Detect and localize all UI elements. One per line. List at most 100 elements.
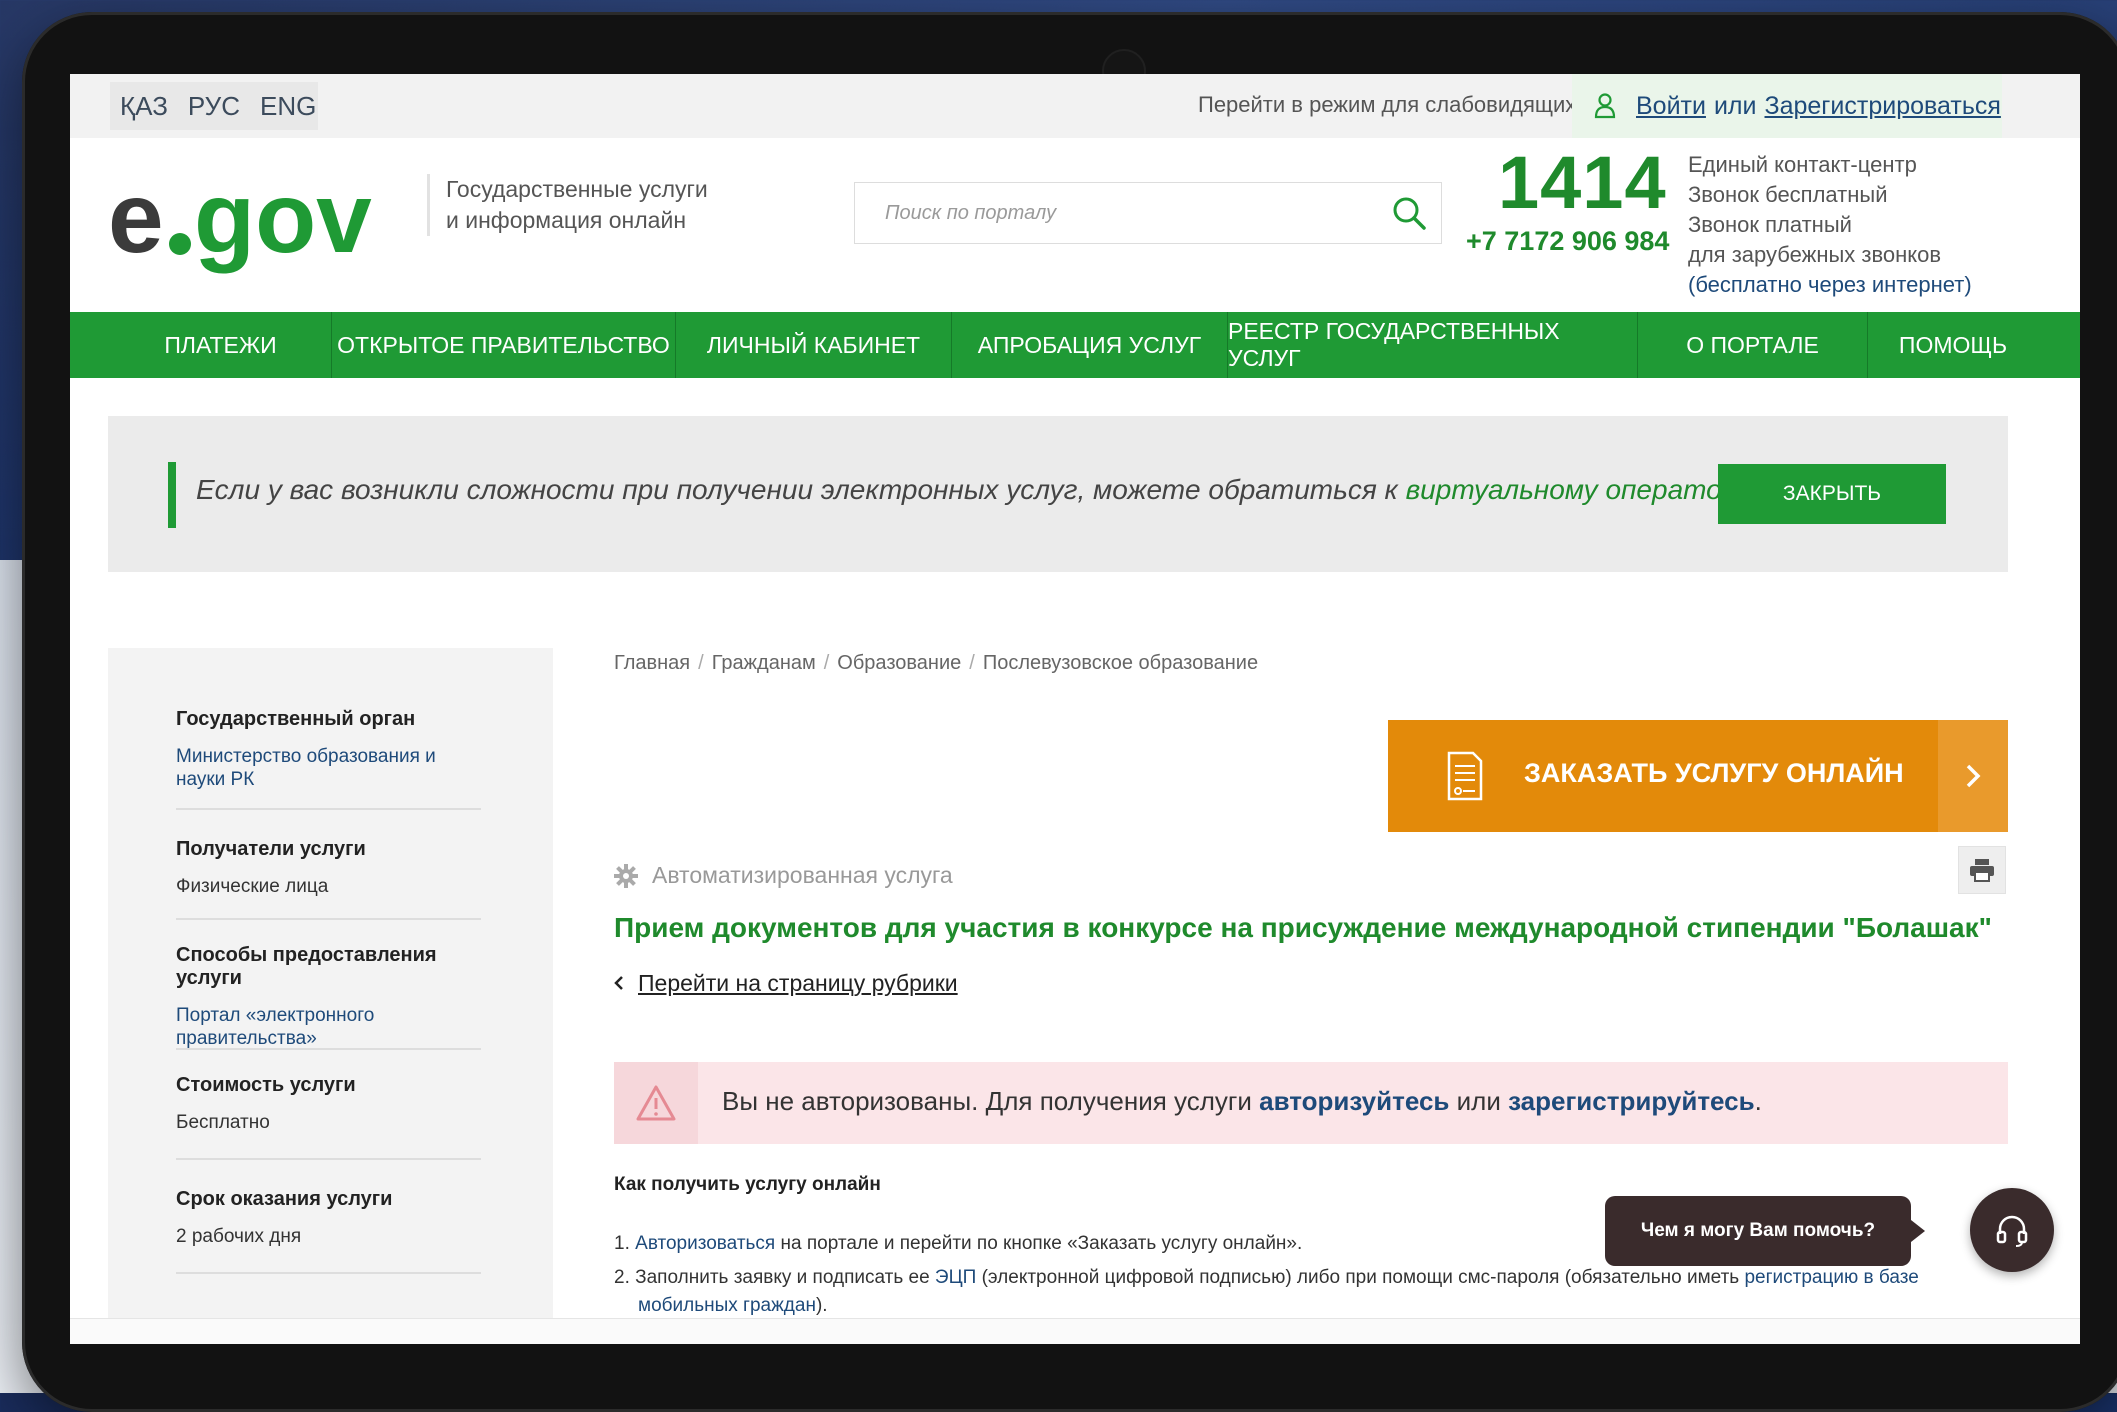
order-service-online-button[interactable]: ЗАКАЗАТЬ УСЛУГУ ОНЛАЙН: [1388, 720, 2008, 832]
sidebar-title: Срок оказания услуги: [176, 1188, 393, 1210]
alert-text: Вы не авторизованы. Для получения услуги…: [722, 1086, 1762, 1117]
sidebar-value-link[interactable]: Министерство образования и науки РК: [176, 745, 481, 791]
sidebar-title: Стоимость услуги: [176, 1074, 356, 1096]
free-internet-link[interactable]: (бесплатно через интернет): [1688, 270, 1972, 300]
step-text: ).: [815, 1295, 828, 1316]
user-icon: [1594, 93, 1616, 119]
printer-icon: [1970, 859, 1994, 882]
login-link[interactable]: Войти: [1636, 92, 1706, 121]
banner-text: Если у вас возникли сложности при получе…: [196, 474, 1750, 506]
service-title: Прием документов для участия в конкурсе …: [614, 912, 1992, 943]
breadcrumb-item[interactable]: Гражданам: [712, 652, 816, 674]
warning-icon: [614, 1062, 698, 1144]
nav-item-help[interactable]: ПОМОЩЬ: [1868, 312, 2038, 378]
phone-long[interactable]: +7 7172 906 984: [1466, 226, 1669, 257]
alert-text-part: .: [1754, 1086, 1762, 1116]
order-button-label: ЗАКАЗАТЬ УСЛУГУ ОНЛАЙН: [1524, 758, 1904, 788]
sidebar-title: Получатели услуги: [176, 838, 366, 860]
sidebar-value-link[interactable]: Портал «электронного правительства»: [176, 1004, 481, 1050]
gear-icon: [614, 863, 638, 888]
authorize-link[interactable]: авторизуйтесь: [1259, 1086, 1449, 1116]
document-icon: [1447, 751, 1483, 801]
service-sidebar: Государственный орган Министерство образ…: [108, 648, 553, 1344]
register-link[interactable]: Зарегистрироваться: [1765, 92, 2001, 121]
how-to-title: Как получить услугу онлайн: [614, 1174, 881, 1195]
lang-eng[interactable]: ENG: [250, 91, 326, 122]
chevron-right-icon: [1938, 720, 2008, 832]
sidebar-group-agency: Государственный орган Министерство образ…: [176, 708, 481, 810]
sidebar-title: Способы предоставления услуги: [176, 944, 437, 989]
alert-text-part: Вы не авторизованы. Для получения услуги: [722, 1086, 1260, 1116]
close-banner-button[interactable]: ЗАКРЫТЬ: [1718, 464, 1946, 524]
headset-icon: [1996, 1215, 2028, 1247]
back-to-rubric-link[interactable]: Перейти на страницу рубрики: [614, 970, 958, 997]
main-nav: ПЛАТЕЖИ ОТКРЫТОЕ ПРАВИТЕЛЬСТВО ЛИЧНЫЙ КА…: [70, 312, 2080, 378]
register-alert-link[interactable]: зарегистрируйтесь: [1508, 1086, 1755, 1116]
browser-screen: ҚАЗ РУС ENG Перейти в режим для слабовид…: [70, 74, 2080, 1344]
nav-item-service-approbation[interactable]: АПРОБАЦИЯ УСЛУГ: [952, 312, 1228, 378]
lang-rus[interactable]: РУС: [178, 91, 250, 122]
list-item: 2. Заполнить заявку и подписать ее ЭЦП (…: [614, 1264, 2014, 1320]
step-number: 2.: [614, 1267, 630, 1288]
phone-info-line: Звонок платный: [1688, 212, 1852, 237]
nav-item-about[interactable]: О ПОРТАЛЕ: [1638, 312, 1868, 378]
language-switcher: ҚАЗ РУС ENG: [110, 82, 318, 130]
breadcrumb-item[interactable]: Образование: [837, 652, 961, 674]
virtual-operator-link[interactable]: виртуальному оператору: [1406, 474, 1751, 505]
search-icon[interactable]: [1391, 195, 1427, 231]
sidebar-title: Государственный орган: [176, 708, 416, 730]
step-text: на портале и перейти по кнопке «Заказать…: [775, 1233, 1303, 1254]
sidebar-value: Бесплатно: [176, 1112, 270, 1133]
chevron-left-icon: [614, 976, 623, 990]
automated-service-label: Автоматизированная услуга: [614, 862, 953, 889]
banner-message: Если у вас возникли сложности при получе…: [196, 474, 1406, 505]
bottom-bar: [70, 1318, 2080, 1344]
phone-info: Единый контакт-центр Звонок бесплатный З…: [1688, 150, 1972, 300]
login-or: или: [1713, 91, 1757, 120]
nav-item-payments[interactable]: ПЛАТЕЖИ: [110, 312, 332, 378]
egov-logo[interactable]: e gov: [108, 164, 408, 274]
sidebar-group-recipients: Получатели услуги Физические лица: [176, 838, 481, 920]
breadcrumb: Главная / Гражданам / Образование / Послевузов…: [614, 652, 1258, 675]
step-number: 1.: [614, 1233, 630, 1254]
breadcrumb-item[interactable]: Послевузовское образование: [983, 652, 1258, 674]
automated-service-text: Автоматизированная услуга: [652, 862, 953, 888]
breadcrumb-separator: /: [823, 652, 830, 674]
search-box: [854, 182, 1442, 244]
operator-banner: Если у вас возникли сложности при получе…: [108, 416, 2008, 572]
nav-item-personal-cabinet[interactable]: ЛИЧНЫЙ КАБИНЕТ: [676, 312, 952, 378]
phone-short[interactable]: 1414: [1498, 140, 1667, 225]
sidebar-value: Физические лица: [176, 876, 329, 897]
tagline-line1: Государственные услуги: [446, 176, 708, 202]
sidebar-group-cost: Стоимость услуги Бесплатно: [176, 1074, 481, 1160]
breadcrumb-separator: /: [969, 652, 975, 674]
chat-prompt-bubble[interactable]: Чем я могу Вам помочь?: [1605, 1196, 1925, 1266]
not-authorized-alert: Вы не авторизованы. Для получения услуги…: [614, 1062, 2008, 1144]
breadcrumb-item[interactable]: Главная: [614, 652, 690, 674]
lang-kaz[interactable]: ҚАЗ: [110, 91, 178, 122]
tagline-line2: и информация онлайн: [446, 207, 687, 233]
nav-item-services-registry[interactable]: РЕЕСТР ГОСУДАРСТВЕННЫХ УСЛУГ: [1228, 312, 1638, 378]
search-input[interactable]: [855, 183, 1387, 243]
chat-support-button[interactable]: [1970, 1188, 2054, 1272]
step-text: Заполнить заявку и подписать ее: [635, 1267, 935, 1288]
back-link-label: Перейти на страницу рубрики: [638, 970, 958, 996]
step-text: (электронной цифровой подписью) либо при…: [976, 1267, 1745, 1288]
banner-accent: [168, 462, 176, 528]
alert-text-part: или: [1449, 1086, 1509, 1116]
breadcrumb-separator: /: [698, 652, 704, 674]
svg-text:gov: gov: [194, 164, 372, 274]
svg-text:e: e: [108, 164, 164, 274]
eds-link[interactable]: ЭЦП: [935, 1267, 976, 1288]
login-area: Войти или Зарегистрироваться: [1572, 74, 2002, 138]
phone-info-line: Единый контакт-центр: [1688, 152, 1917, 177]
top-bar: ҚАЗ РУС ENG Перейти в режим для слабовид…: [70, 74, 2080, 138]
phone-info-line: для зарубежных звонков: [1688, 242, 1942, 267]
authorize-step-link[interactable]: Авторизоваться: [635, 1233, 775, 1254]
phone-info-line: Звонок бесплатный: [1688, 182, 1888, 207]
sidebar-group-duration: Срок оказания услуги 2 рабочих дня: [176, 1188, 481, 1274]
print-button[interactable]: [1958, 846, 2006, 894]
nav-item-open-government[interactable]: ОТКРЫТОЕ ПРАВИТЕЛЬСТВО: [332, 312, 676, 378]
low-vision-link[interactable]: Перейти в режим для слабовидящих: [1198, 92, 1576, 118]
